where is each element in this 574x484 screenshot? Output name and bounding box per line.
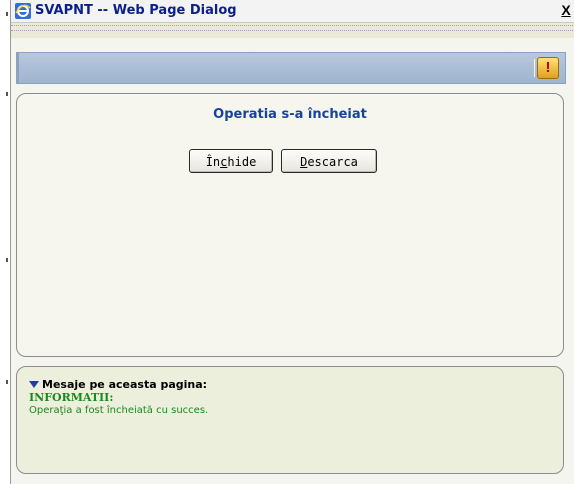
- alert-glyph: !: [545, 59, 551, 76]
- title-bar[interactable]: SVAPNT -- Web Page Dialog X: [11, 0, 574, 23]
- operation-panel: Operatia s-a încheiat Închide Descarca: [16, 93, 564, 357]
- messages-header-label: Mesaje pe aceasta pagina:: [42, 378, 208, 391]
- info-message: Operaţia a fost încheiată cu succes.: [29, 405, 209, 416]
- collapse-triangle-icon[interactable]: [29, 380, 39, 388]
- header-separator: [534, 59, 535, 77]
- internet-explorer-icon: [15, 3, 31, 19]
- close-icon[interactable]: X: [559, 2, 573, 18]
- messages-panel: Mesaje pe aceasta pagina: INFORMATII: Op…: [16, 366, 564, 474]
- download-button[interactable]: Descarca: [281, 149, 377, 173]
- edge-mark: [6, 12, 8, 16]
- close-label-suffix: hide: [227, 155, 257, 169]
- window-title: SVAPNT -- Web Page Dialog: [35, 3, 237, 18]
- close-label-prefix: În: [205, 155, 221, 169]
- edge-mark: [6, 380, 8, 384]
- edge-mark: [6, 258, 8, 262]
- edge-mark: [6, 92, 8, 96]
- page-header-bar: !: [16, 52, 566, 84]
- underlying-window-edge: [0, 0, 10, 484]
- dotted-divider: [11, 25, 574, 26]
- messages-header[interactable]: Mesaje pe aceasta pagina:: [29, 378, 207, 391]
- exclamation-icon[interactable]: !: [537, 57, 559, 79]
- info-label: INFORMATII:: [29, 391, 114, 404]
- operation-title: Operatia s-a încheiat: [213, 107, 367, 122]
- download-label-suffix: escarca: [307, 155, 358, 169]
- dotted-divider: [11, 30, 574, 31]
- close-button[interactable]: Închide: [189, 149, 273, 173]
